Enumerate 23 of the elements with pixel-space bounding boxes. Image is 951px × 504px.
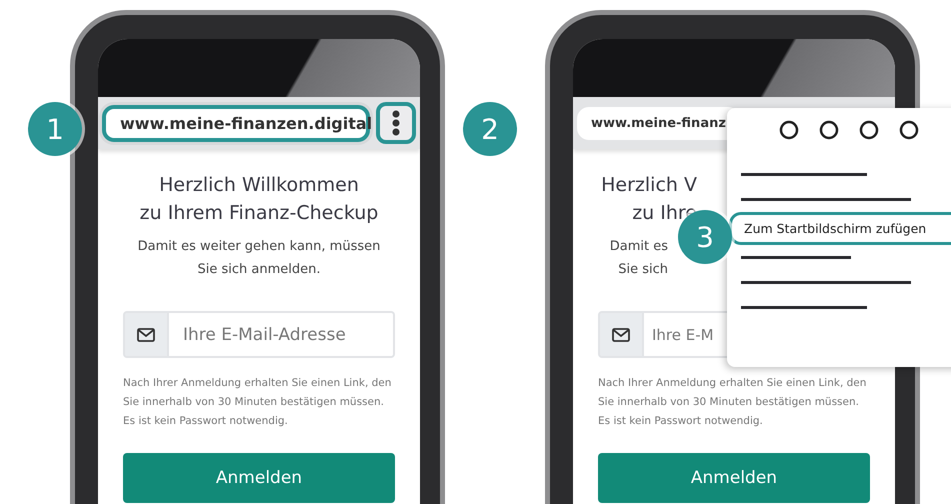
menu-item[interactable]: Zum Startbildschirm zufügen — [729, 212, 951, 245]
more-icon — [392, 110, 400, 136]
email-field[interactable]: Ihre E-Mail-Adresse — [169, 311, 395, 358]
login-button[interactable]: Anmelden — [123, 453, 395, 503]
circle-icon[interactable] — [819, 120, 839, 140]
circle-icon[interactable] — [859, 120, 879, 140]
circle-icon[interactable] — [779, 120, 799, 140]
more-menu-button[interactable] — [376, 102, 416, 144]
circle-icon[interactable] — [899, 120, 919, 140]
mail-icon — [612, 328, 630, 342]
step-number: 2 — [463, 102, 517, 156]
intro-text: Damit es — [608, 238, 668, 256]
welcome-heading: Herzlich Willkommen — [158, 173, 360, 198]
login-note: Nach Ihrer Anmeldung erhalten Sie einen Link, den Sie innerhalb von 30 Minuten bestätigen müssen. Es ist kein Passwort notwendig. — [123, 376, 392, 429]
login-button[interactable]: Anmelden — [598, 453, 870, 503]
intro-text: Sie sich — [617, 261, 668, 279]
login-note: Nach Ihrer Anmeldung erhalten Sie einen Link, den Sie innerhalb von 30 Minuten bestätigen müssen. Es ist kein Passwort notwendig. — [598, 376, 868, 429]
mail-icon — [137, 328, 155, 342]
step-number: 1 — [28, 102, 82, 156]
intro-text: Damit es weiter gehen kann, müssen — [136, 238, 382, 256]
intro-text: Sie sich anmelden. — [196, 261, 322, 279]
welcome-heading: Herzlich V — [600, 173, 697, 198]
welcome-heading: zu Ihrem Finanz-Checkup — [138, 201, 380, 226]
